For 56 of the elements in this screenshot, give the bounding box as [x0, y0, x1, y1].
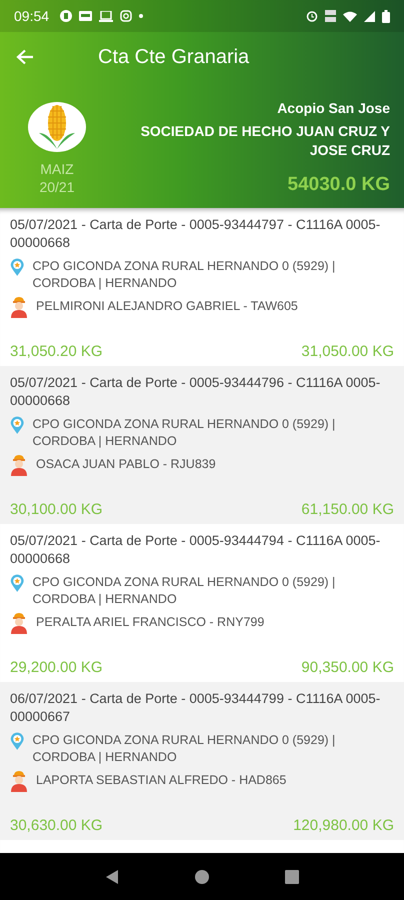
location-pin-icon	[10, 572, 24, 594]
location-text: CPO GICONDA ZONA RURAL HERNANDO 0 (5929) | CORDOBA | HERNANDO	[32, 416, 336, 450]
entry-title: 06/07/2021 - Carta de Porte - 0005-93444799 - C1116A 0005-00000667	[10, 690, 382, 726]
location-text: CPO GICONDA ZONA RURAL HERNANDO 0 (5929) | CORDOBA | HERNANDO	[32, 258, 336, 292]
location-pin-icon	[10, 730, 24, 752]
laptop-icon	[99, 10, 114, 22]
notification-icon	[60, 10, 72, 22]
corn-icon	[37, 103, 77, 151]
location-pin-icon	[10, 414, 24, 436]
location-text: CPO GICONDA ZONA RURAL HERNANDO 0 (5929) | CORDOBA | HERNANDO	[32, 574, 336, 608]
person-icon	[10, 612, 28, 634]
cumulative-weight: 61,150.00 KG	[301, 501, 394, 518]
location-text: CPO GICONDA ZONA RURAL HERNANDO 0 (5929) | CORDOBA | HERNANDO	[32, 732, 336, 766]
status-time: 09:54	[14, 8, 50, 24]
entry-title: 05/07/2021 - Carta de Porte - 0005-93444794 - C1116A 0005-00000668	[10, 532, 382, 568]
person-icon	[10, 296, 28, 318]
home-button[interactable]	[194, 868, 210, 884]
dot-icon	[139, 14, 144, 18]
entry-card[interactable]: 05/07/2021 - Carta de Porte - 0005-93444797 - C1116A 0005-00000668 CPO GICONDA ZONA RURAL HERNANDO 0 (5929) | CORDOBA | HERNANDO PELMIRONI ALEJANDRO GABRIEL - TAW605 31,050.20 KG 31,050.00 KG	[0, 208, 404, 366]
nav-back-button[interactable]	[104, 868, 120, 884]
entry-title: 05/07/2021 - Carta de Porte - 0005-93444796 - C1116A 0005-00000668	[10, 374, 382, 410]
cumulative-weight: 90,350.00 KG	[301, 659, 394, 676]
entry-card[interactable]: 05/07/2021 - Carta de Porte - 0005-93444796 - C1116A 0005-00000668 CPO GICONDA ZONA RURAL HERNANDO 0 (5929) | CORDOBA | HERNANDO OSACA JUAN PABLO - RJU839 30,100.00 KG 61,150.00 KG	[0, 366, 404, 524]
battery-icon	[382, 10, 390, 22]
person-icon	[10, 770, 28, 792]
driver-text: LAPORTA SEBASTIAN ALFREDO - HAD865	[36, 772, 286, 789]
site-name: Acopio San Jose	[277, 100, 390, 116]
card-icon	[79, 11, 92, 21]
person-icon	[10, 454, 28, 476]
total-weight: 54030.0 KG	[288, 174, 390, 196]
entry-title: 05/07/2021 - Carta de Porte - 0005-93444797 - C1116A 0005-00000668	[10, 216, 382, 252]
driver-text: PERALTA ARIEL FRANCISCO - RNY799	[36, 614, 264, 631]
entry-weight: 29,200.00 KG	[10, 659, 103, 676]
back-arrow-icon	[16, 49, 34, 65]
screen-title: Cta Cte Granaria	[98, 46, 250, 68]
driver-text: PELMIRONI ALEJANDRO GABRIEL - TAW605	[36, 298, 298, 315]
home-circle-icon	[194, 868, 210, 884]
signal-icon	[364, 10, 375, 22]
season-label: 20/21	[39, 178, 75, 196]
square-icon	[284, 868, 300, 884]
entry-weight: 30,100.00 KG	[10, 501, 103, 518]
cumulative-weight: 120,980.00 KG	[293, 817, 394, 834]
wifi-icon	[343, 10, 357, 22]
recents-button[interactable]	[284, 868, 300, 884]
driver-text: OSACA JUAN PABLO - RJU839	[36, 456, 216, 473]
company-name: SOCIEDAD DE HECHO JUAN CRUZ Y JOSE CRUZ	[140, 122, 390, 160]
crop-name: MAIZ	[40, 160, 74, 178]
camera-icon	[120, 10, 132, 22]
entry-card[interactable]: 06/07/2021 - Carta de Porte - 0005-93444799 - C1116A 0005-00000667 CPO GICONDA ZONA RURAL HERNANDO 0 (5929) | CORDOBA | HERNANDO LAPORTA SEBASTIAN ALFREDO - HAD865 30,630.00 KG 120,980.00 KG	[0, 682, 404, 840]
cumulative-weight: 31,050.00 KG	[301, 343, 394, 360]
location-pin-icon	[10, 256, 24, 278]
back-triangle-icon	[104, 868, 120, 884]
entry-weight: 30,630.00 KG	[10, 817, 103, 834]
alarm-icon	[306, 10, 318, 22]
entry-weight: 31,050.20 KG	[10, 343, 103, 360]
entry-card[interactable]: 05/07/2021 - Carta de Porte - 0005-93444794 - C1116A 0005-00000668 CPO GICONDA ZONA RURAL HERNANDO 0 (5929) | CORDOBA | HERNANDO PERALTA ARIEL FRANCISCO - RNY799 29,200.00 KG 90,350.00 KG	[0, 524, 404, 682]
